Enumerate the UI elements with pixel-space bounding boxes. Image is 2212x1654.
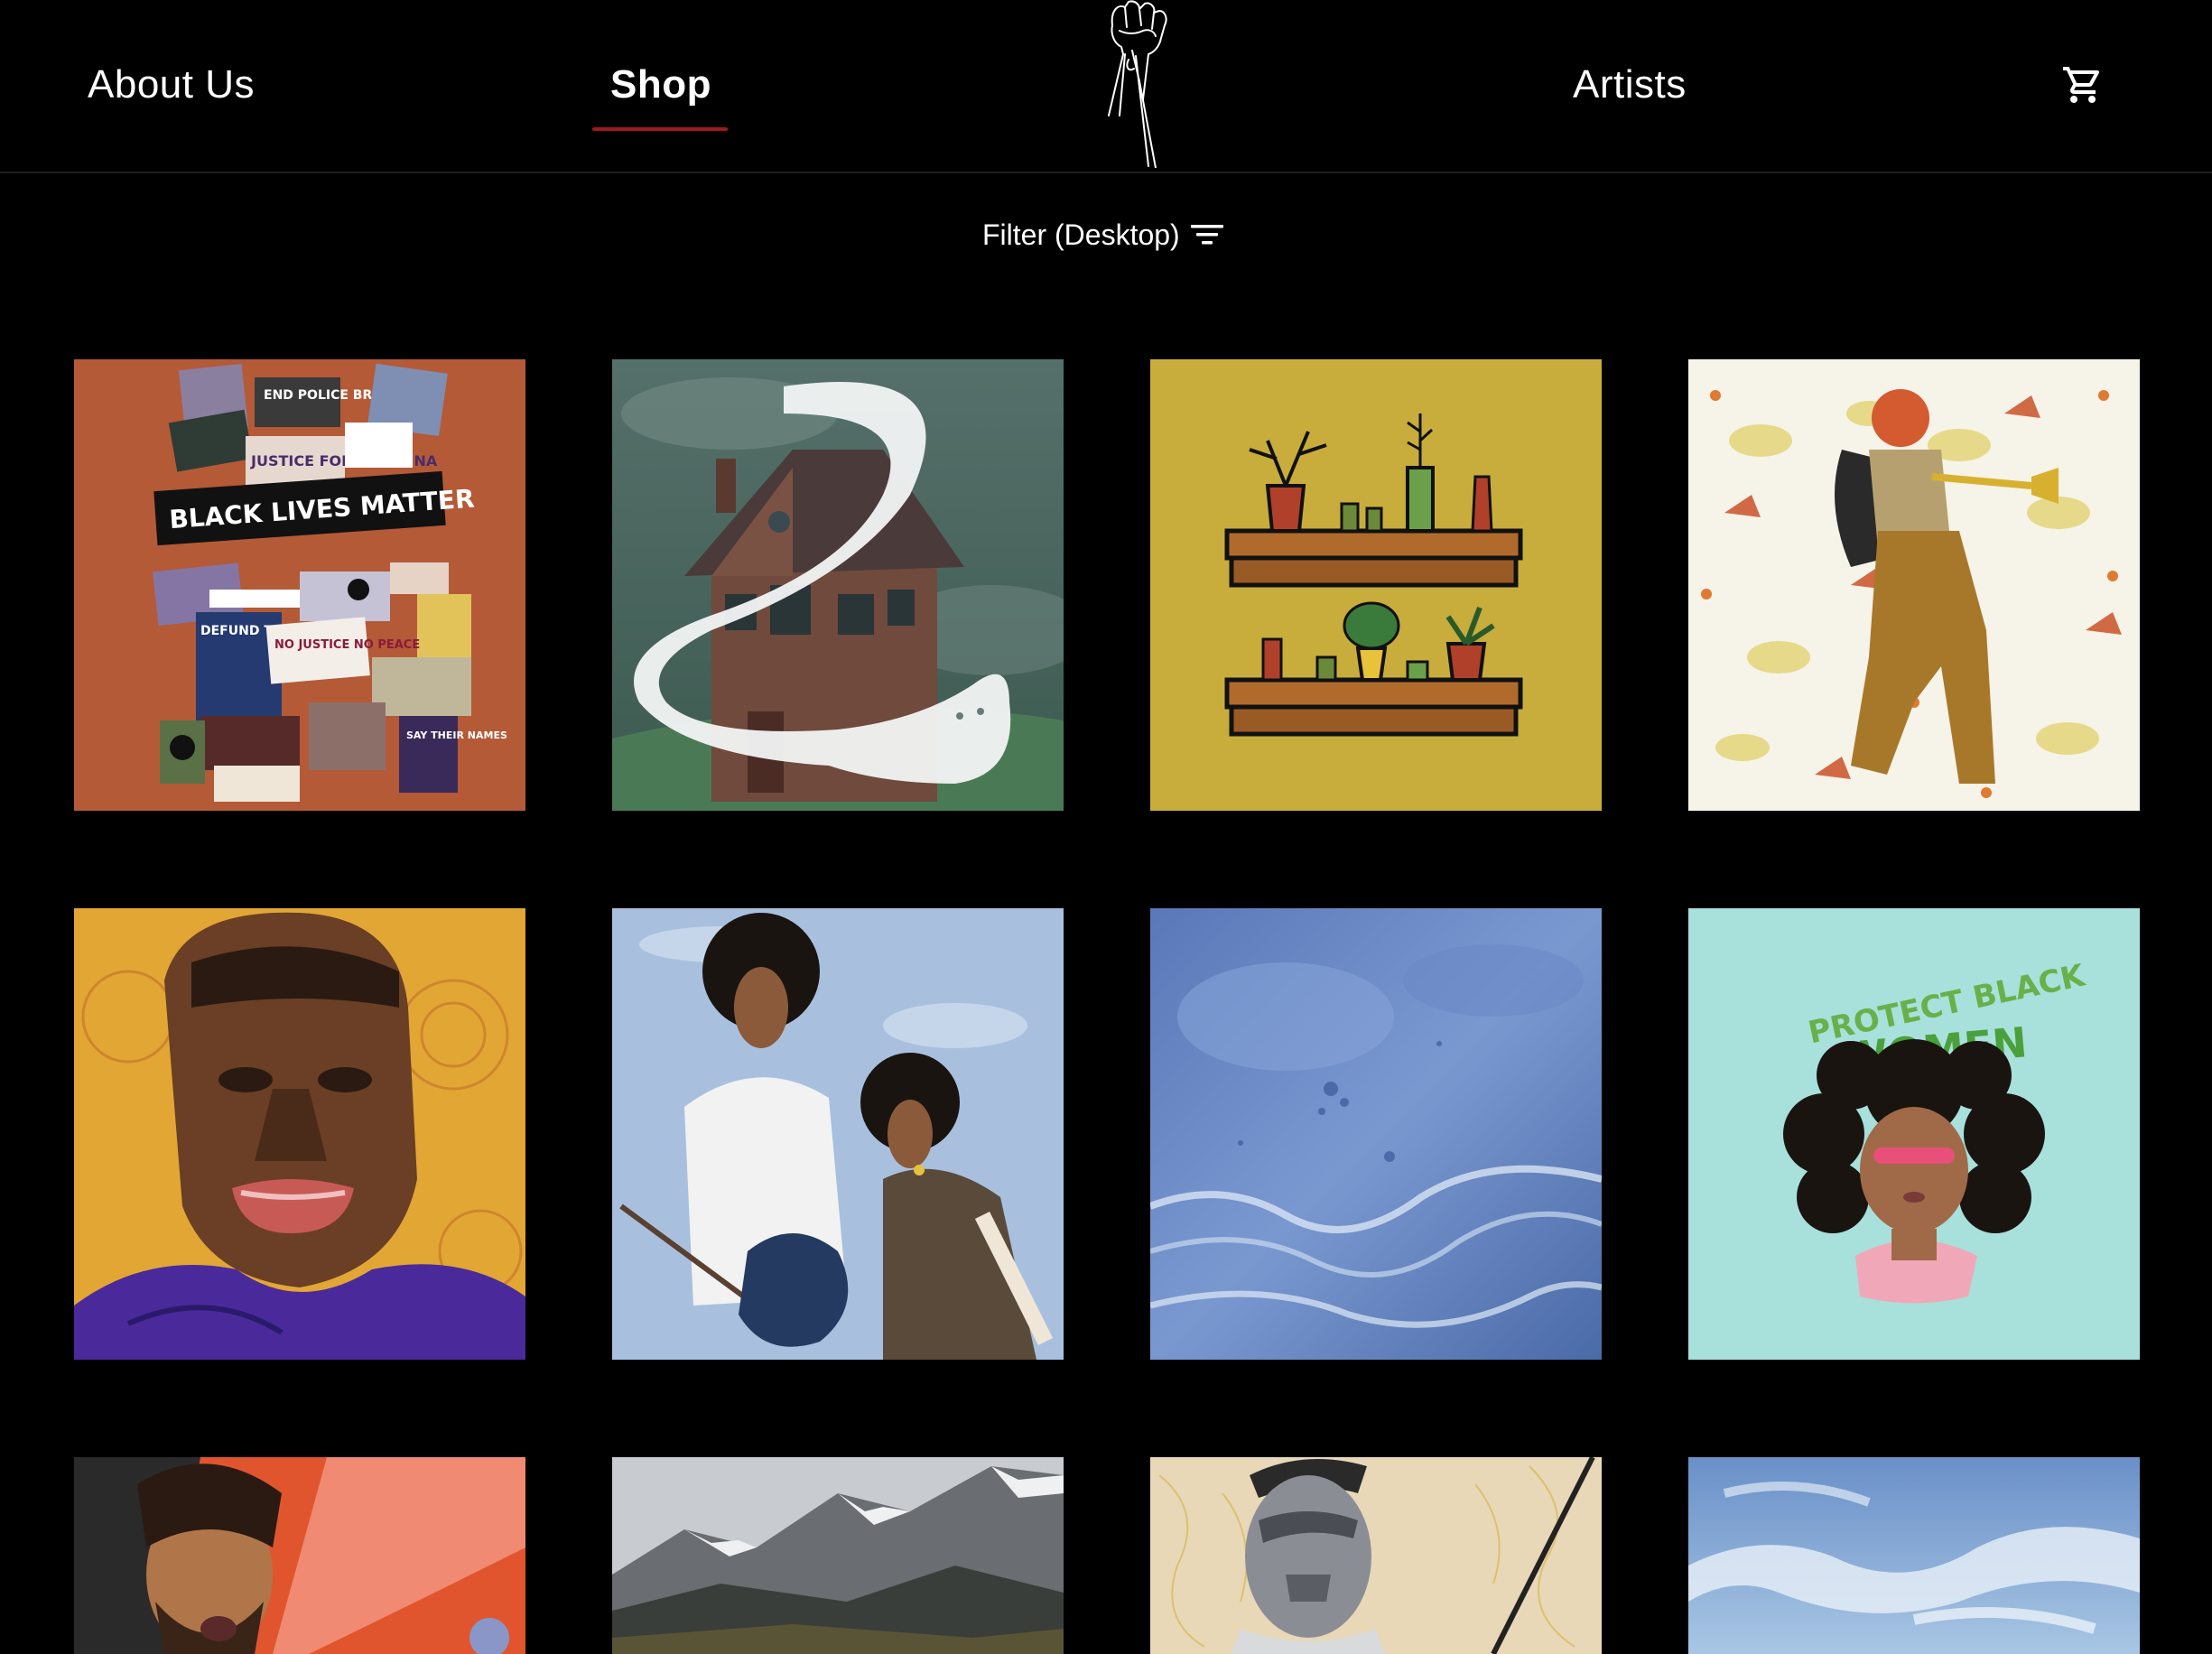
artwork-tile-portrait-red[interactable]: [74, 1457, 525, 1654]
artwork-image: [1150, 1457, 1602, 1654]
sign-text: NO JUSTICE NO PEACE: [274, 638, 420, 652]
artwork-tile-protect-black-women[interactable]: PROTECT BLACK WOMEN: [1688, 908, 2140, 1360]
active-tab-indicator: [592, 127, 728, 131]
shop-page: About Us Shop Artists Filter (Desktop) E…: [0, 0, 2212, 1654]
artwork-tile-sky-painting[interactable]: [1688, 1457, 2140, 1654]
shopping-cart-icon[interactable]: [2061, 63, 2105, 107]
artwork-image: [1688, 359, 2140, 811]
artwork-tile-mountains[interactable]: [612, 1457, 1064, 1654]
artwork-image: [74, 908, 525, 1360]
artwork-image: [1150, 908, 1602, 1360]
artwork-tile-house-ghost[interactable]: [612, 359, 1064, 811]
artwork-tile-protest-signs[interactable]: END POLICE BRUTALITY JUSTICE FOR BREONNA…: [74, 359, 525, 811]
filter-button[interactable]: Filter (Desktop): [982, 213, 1225, 256]
artwork-tile-grey-portrait[interactable]: [1150, 1457, 1602, 1654]
artwork-image: [612, 1457, 1064, 1654]
artwork-image: END POLICE BRUTALITY JUSTICE FOR BREONNA…: [74, 359, 525, 811]
nav-shop[interactable]: Shop: [610, 56, 711, 114]
artwork-image: [1688, 1457, 2140, 1654]
artwork-image: [1150, 359, 1602, 811]
nav-artists[interactable]: Artists: [1573, 56, 1687, 114]
artwork-tile-plant-shelves[interactable]: [1150, 359, 1602, 811]
artwork-image: [612, 359, 1064, 811]
raised-fist-logo[interactable]: [1092, 0, 1183, 168]
artwork-image: [612, 908, 1064, 1360]
artwork-tile-portrait-sunflowers[interactable]: [74, 908, 525, 1360]
artwork-tile-watercolor-waves[interactable]: [1150, 908, 1602, 1360]
filter-label: Filter (Desktop): [982, 218, 1180, 251]
artwork-tile-two-guitarists[interactable]: [612, 908, 1064, 1360]
nav-about-us[interactable]: About Us: [88, 56, 255, 114]
sign-text: SAY THEIR NAMES: [406, 729, 507, 741]
artwork-image: [74, 1457, 525, 1654]
filter-lines-icon: [1190, 225, 1223, 245]
artwork-image: PROTECT BLACK WOMEN: [1688, 908, 2140, 1360]
top-navigation-bar: About Us Shop Artists: [0, 0, 2212, 173]
artwork-tile-trumpet-birds[interactable]: [1688, 359, 2140, 811]
